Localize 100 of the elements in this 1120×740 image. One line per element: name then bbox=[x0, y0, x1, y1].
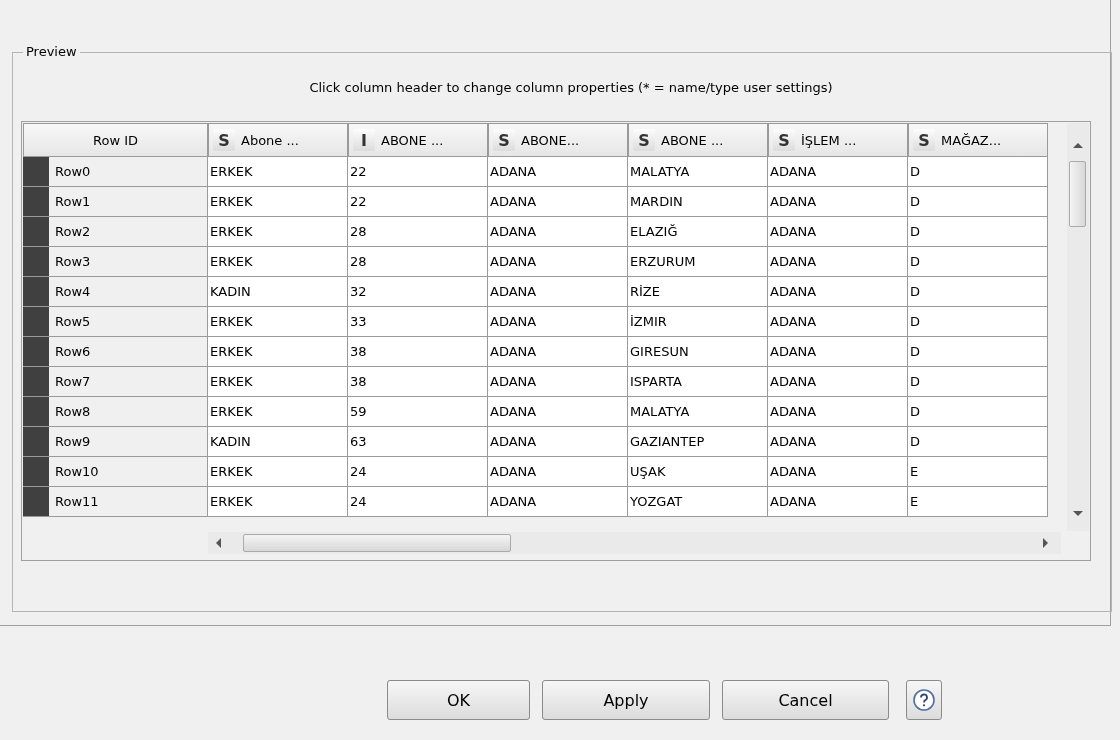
table-cell: KADIN bbox=[210, 284, 251, 299]
table-cell: ADANA bbox=[770, 314, 817, 329]
table-cell: ERKEK bbox=[210, 314, 253, 329]
table-cell: UŞAK bbox=[630, 464, 666, 479]
table-cell: ADANA bbox=[490, 464, 537, 479]
table-cell: 38 bbox=[350, 374, 367, 389]
header-label: ABONE ... bbox=[381, 132, 444, 148]
table-cell: D bbox=[910, 254, 920, 269]
vertical-scrollbar[interactable] bbox=[1067, 123, 1089, 531]
table-cell: ADANA bbox=[490, 224, 537, 239]
hint-text: Click column header to change column properties (* = name/type user settings) bbox=[309, 80, 833, 95]
column-header[interactable]: I ABONE ... bbox=[348, 123, 488, 157]
row-marker bbox=[23, 487, 49, 516]
dialog-button[interactable]: Cancel bbox=[722, 680, 889, 720]
column-header[interactable]: S İŞLEM ... bbox=[768, 123, 908, 157]
table-cell: ADANA bbox=[490, 164, 537, 179]
table-cell: 59 bbox=[350, 404, 367, 419]
row-id: Row0 bbox=[55, 164, 91, 179]
table-cell: 24 bbox=[350, 494, 367, 509]
row-marker bbox=[23, 397, 49, 426]
table-cell: ISPARTA bbox=[630, 374, 682, 389]
table-cell: ADANA bbox=[770, 344, 817, 359]
type-icon: S bbox=[773, 129, 795, 151]
row-marker bbox=[23, 217, 49, 246]
row-id: Row2 bbox=[55, 224, 91, 239]
table-cell: ERKEK bbox=[210, 164, 253, 179]
table-cell: ERKEK bbox=[210, 494, 253, 509]
header-label: İŞLEM ... bbox=[801, 132, 857, 148]
table-cell: ADANA bbox=[770, 374, 817, 389]
table-cell: ERKEK bbox=[210, 254, 253, 269]
table-cell: D bbox=[910, 314, 920, 329]
table-cell: D bbox=[910, 434, 920, 449]
table-cell: ERKEK bbox=[210, 344, 253, 359]
row-marker bbox=[23, 427, 49, 456]
row-id: Row5 bbox=[55, 314, 91, 329]
table-cell: ADANA bbox=[490, 374, 537, 389]
table-cell: RİZE bbox=[630, 284, 660, 299]
header-label: MAĞAZ... bbox=[941, 132, 1002, 148]
table-cell: ADANA bbox=[770, 434, 817, 449]
table-cell: MALATYA bbox=[630, 164, 690, 179]
row-id: Row11 bbox=[55, 494, 99, 509]
row-marker bbox=[23, 277, 49, 306]
table-cell: ADANA bbox=[770, 464, 817, 479]
table-cell: 24 bbox=[350, 464, 367, 479]
table-cell: D bbox=[910, 284, 920, 299]
table-cell: 22 bbox=[350, 194, 367, 209]
table-cell: 28 bbox=[350, 224, 367, 239]
table-cell: ADANA bbox=[770, 224, 817, 239]
row-marker bbox=[23, 457, 49, 486]
help-button[interactable] bbox=[906, 680, 942, 720]
table-cell: D bbox=[910, 404, 920, 419]
type-icon: S bbox=[213, 129, 235, 151]
row-marker bbox=[23, 247, 49, 276]
table-cell: ERZURUM bbox=[630, 254, 696, 269]
table-cell: ADANA bbox=[770, 284, 817, 299]
row-marker bbox=[23, 367, 49, 396]
table-cell: ADANA bbox=[490, 434, 537, 449]
row-id: Row3 bbox=[55, 254, 91, 269]
table-cell: E bbox=[910, 494, 919, 509]
table-cell: 22 bbox=[350, 164, 367, 179]
table-cell: 32 bbox=[350, 284, 367, 299]
column-header[interactable]: S MAĞAZ... bbox=[908, 123, 1048, 157]
table-cell: ADANA bbox=[770, 164, 817, 179]
table-cell: E bbox=[910, 464, 919, 479]
table-cell: MALATYA bbox=[630, 404, 690, 419]
table-cell: ADANA bbox=[770, 194, 817, 209]
table-cell: ADANA bbox=[770, 404, 817, 419]
column-header[interactable]: Row ID bbox=[23, 123, 208, 157]
dialog-button[interactable]: Apply bbox=[542, 680, 710, 720]
column-header[interactable]: S ABONE ... bbox=[628, 123, 768, 157]
type-icon: S bbox=[633, 129, 655, 151]
table-cell: ADANA bbox=[490, 254, 537, 269]
type-icon: I bbox=[353, 129, 375, 151]
table-cell: 33 bbox=[350, 314, 367, 329]
horizontal-scrollbar[interactable] bbox=[208, 532, 1061, 554]
table-cell: İZMIR bbox=[630, 314, 667, 329]
table-cell: YOZGAT bbox=[630, 494, 683, 509]
table-cell: ADANA bbox=[490, 404, 537, 419]
table-cell: D bbox=[910, 374, 920, 389]
row-id: Row8 bbox=[55, 404, 91, 419]
dialog-button[interactable]: OK bbox=[387, 680, 530, 720]
table-cell: D bbox=[910, 164, 920, 179]
table-cell: ADANA bbox=[490, 194, 537, 209]
table-cell: ERKEK bbox=[210, 374, 253, 389]
table-cell: GAZIANTEP bbox=[630, 434, 705, 449]
row-id: Row6 bbox=[55, 344, 91, 359]
table-cell: KADIN bbox=[210, 434, 251, 449]
table-cell: D bbox=[910, 344, 920, 359]
table-cell: ERKEK bbox=[210, 194, 253, 209]
type-icon: S bbox=[913, 129, 935, 151]
table-cell: ADANA bbox=[770, 494, 817, 509]
table-cell: ADANA bbox=[490, 284, 537, 299]
group-title: Preview bbox=[23, 44, 80, 59]
table-cell: ADANA bbox=[490, 494, 537, 509]
header-label: ABONE ... bbox=[661, 132, 724, 148]
column-header[interactable]: S Abone ... bbox=[208, 123, 348, 157]
row-id: Row10 bbox=[55, 464, 99, 479]
row-id: Row7 bbox=[55, 374, 91, 389]
table-cell: ERKEK bbox=[210, 224, 253, 239]
column-header[interactable]: S ABONE... bbox=[488, 123, 628, 157]
